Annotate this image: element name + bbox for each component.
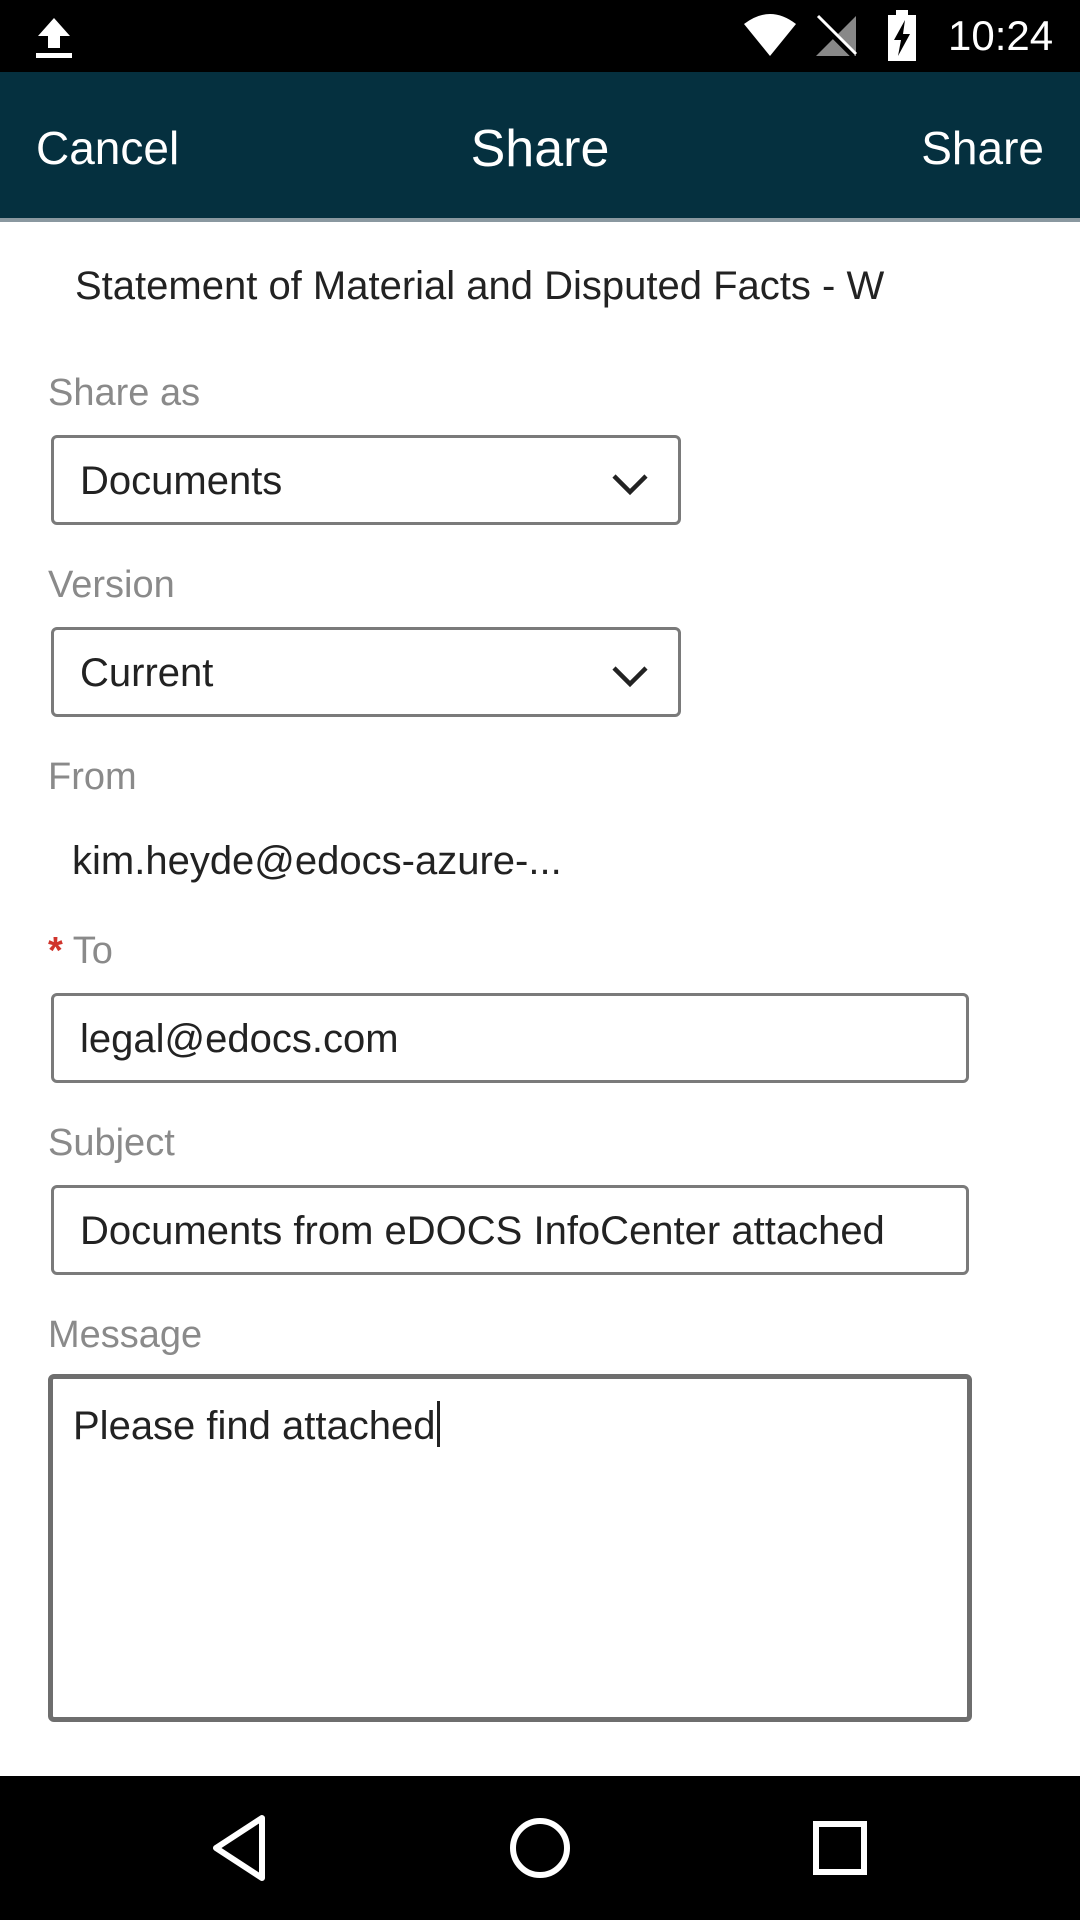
nav-bar [0, 1776, 1080, 1920]
page-title: Share [470, 120, 610, 178]
battery-charging-icon [888, 10, 916, 61]
required-marker: * [48, 930, 63, 972]
back-icon[interactable] [198, 1806, 282, 1890]
message-textarea[interactable]: Please find attached [48, 1374, 972, 1722]
status-bar: 10:24 [0, 0, 1080, 72]
document-name: Statement of Material and Disputed Facts… [75, 264, 885, 308]
status-clock: 10:24 [948, 12, 1054, 59]
home-icon[interactable] [498, 1806, 582, 1890]
subject-label: Subject [48, 1122, 175, 1164]
wifi-icon [744, 14, 796, 56]
text-caret [437, 1401, 441, 1447]
share-button[interactable]: Share [921, 122, 1044, 174]
version-select[interactable]: Current [51, 627, 681, 717]
share-as-value: Documents [80, 459, 283, 503]
version-value: Current [80, 651, 214, 695]
share-as-label: Share as [48, 372, 201, 414]
from-label: From [48, 756, 137, 798]
chevron-down-icon [612, 666, 648, 688]
share-as-select[interactable]: Documents [51, 435, 681, 525]
upload-icon [36, 18, 72, 58]
chevron-down-icon [612, 474, 648, 496]
subject-value: Documents from eDOCS InfoCenter attached [80, 1209, 885, 1253]
message-label: Message [48, 1314, 203, 1356]
from-value: kim.heyde@edocs-azure-... [72, 839, 562, 883]
to-field[interactable]: legal@edocs.com [51, 993, 969, 1083]
subject-field[interactable]: Documents from eDOCS InfoCenter attached [51, 1185, 969, 1275]
app-bar: Cancel Share Share [0, 72, 1080, 222]
no-signal-icon [813, 14, 858, 58]
to-label-row: * To [48, 928, 113, 974]
message-text: Please find attached [73, 1404, 436, 1448]
message-value: Please find attached [73, 1401, 441, 1451]
to-label: To [72, 930, 113, 972]
version-label: Version [48, 564, 175, 606]
recents-icon[interactable] [798, 1806, 882, 1890]
to-value: legal@edocs.com [80, 1017, 399, 1061]
